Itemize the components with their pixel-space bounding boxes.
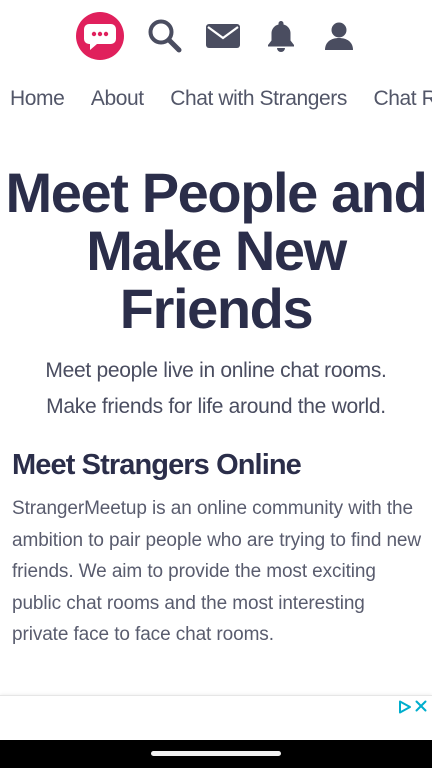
ad-choices-icon[interactable]: [398, 700, 412, 714]
top-icon-bar: [0, 12, 432, 62]
nav-chat-with-strangers[interactable]: Chat with Strangers: [170, 84, 347, 114]
hero-title-line-2: Make New: [86, 219, 347, 282]
chat-logo-icon[interactable]: [76, 12, 124, 60]
hero-title-line-3: Friends: [119, 277, 314, 340]
hero-subtitle-line-2: Make friends for life around the world.: [46, 395, 386, 418]
section-body: StrangerMeetup is an online community wi…: [12, 498, 422, 646]
hero-title-line-1: Meet People and: [5, 161, 428, 224]
bell-icon[interactable]: [263, 18, 299, 54]
system-navigation-bar: [0, 740, 432, 768]
hero-title: Meet People and Make New Friends: [0, 164, 432, 338]
nav-home[interactable]: Home: [10, 84, 65, 114]
nav-chat-rooms[interactable]: Chat Rooms: [373, 84, 432, 114]
ad-banner[interactable]: [0, 695, 432, 742]
search-icon[interactable]: [147, 18, 183, 54]
home-gesture-handle[interactable]: [151, 751, 281, 756]
close-icon[interactable]: [414, 699, 428, 713]
main-nav: Home About Chat with Strangers Chat Room…: [10, 84, 432, 114]
mail-icon[interactable]: [205, 18, 241, 54]
hero-subtitle-line-1: Meet people live in online chat rooms.: [45, 359, 387, 382]
nav-about[interactable]: About: [91, 84, 144, 114]
page: Home About Chat with Strangers Chat Room…: [0, 0, 432, 768]
hero-subtitle: Meet people live in online chat rooms. M…: [0, 353, 432, 425]
user-icon[interactable]: [321, 18, 357, 54]
section-title: Meet Strangers Online: [12, 449, 302, 481]
